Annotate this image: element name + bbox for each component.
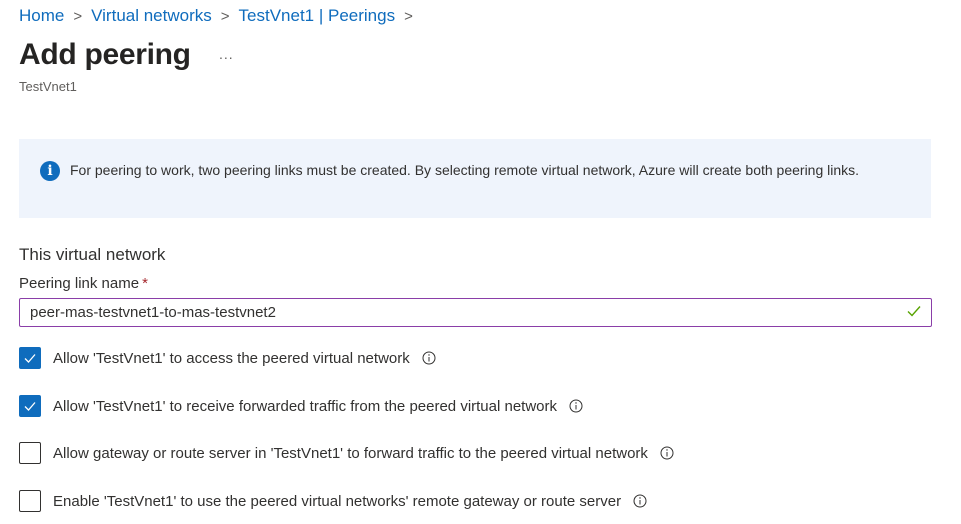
peering-link-name-label: Peering link name * (19, 275, 148, 292)
peering-link-name-input[interactable]: peer-mas-testvnet1-to-mas-testvnet2 (19, 298, 932, 327)
breadcrumb-separator: > (404, 7, 413, 25)
checkmark-icon (24, 402, 36, 411)
breadcrumb: Home > Virtual networks > TestVnet1 | Pe… (19, 6, 422, 26)
info-circle-icon[interactable] (660, 446, 674, 460)
breadcrumb-separator: > (220, 7, 230, 25)
checkbox-use-remote-gateway[interactable] (19, 490, 41, 512)
info-banner-text: For peering to work, two peering links m… (70, 162, 860, 178)
valid-check-icon (907, 306, 921, 317)
option-receive-forwarded-traffic: Allow 'TestVnet1' to receive forwarded t… (19, 395, 583, 417)
peering-link-name-label-text: Peering link name (19, 275, 140, 292)
info-circle-icon[interactable] (569, 399, 583, 413)
more-options-button[interactable]: ... (219, 46, 234, 62)
info-icon: i (40, 161, 60, 181)
option-allow-access: Allow 'TestVnet1' to access the peered v… (19, 347, 436, 369)
option-label: Allow 'TestVnet1' to receive forwarded t… (53, 397, 558, 415)
option-allow-gateway-forward: Allow gateway or route server in 'TestVn… (19, 442, 674, 464)
required-marker: * (142, 275, 148, 292)
info-circle-icon[interactable] (633, 494, 647, 508)
info-circle-icon[interactable] (422, 351, 436, 365)
info-banner: i For peering to work, two peering links… (19, 139, 931, 218)
page-title: Add peering (19, 38, 191, 71)
breadcrumb-home[interactable]: Home (19, 6, 64, 26)
page-subtitle: TestVnet1 (19, 79, 77, 94)
breadcrumb-virtual-networks[interactable]: Virtual networks (91, 6, 212, 26)
option-use-remote-gateway: Enable 'TestVnet1' to use the peered vir… (19, 490, 647, 512)
peering-link-name-value: peer-mas-testvnet1-to-mas-testvnet2 (30, 304, 276, 321)
option-label: Enable 'TestVnet1' to use the peered vir… (53, 492, 622, 510)
section-title-this-virtual-network: This virtual network (19, 245, 166, 264)
breadcrumb-separator: > (73, 7, 83, 25)
checkbox-allow-gateway-forward[interactable] (19, 442, 41, 464)
option-label: Allow 'TestVnet1' to access the peered v… (53, 349, 410, 367)
checkbox-receive-forwarded-traffic[interactable] (19, 395, 41, 417)
breadcrumb-testvnet1-peerings[interactable]: TestVnet1 | Peerings (239, 6, 396, 26)
checkbox-allow-access[interactable] (19, 347, 41, 369)
checkmark-icon (24, 354, 36, 363)
option-label: Allow gateway or route server in 'TestVn… (53, 444, 648, 462)
